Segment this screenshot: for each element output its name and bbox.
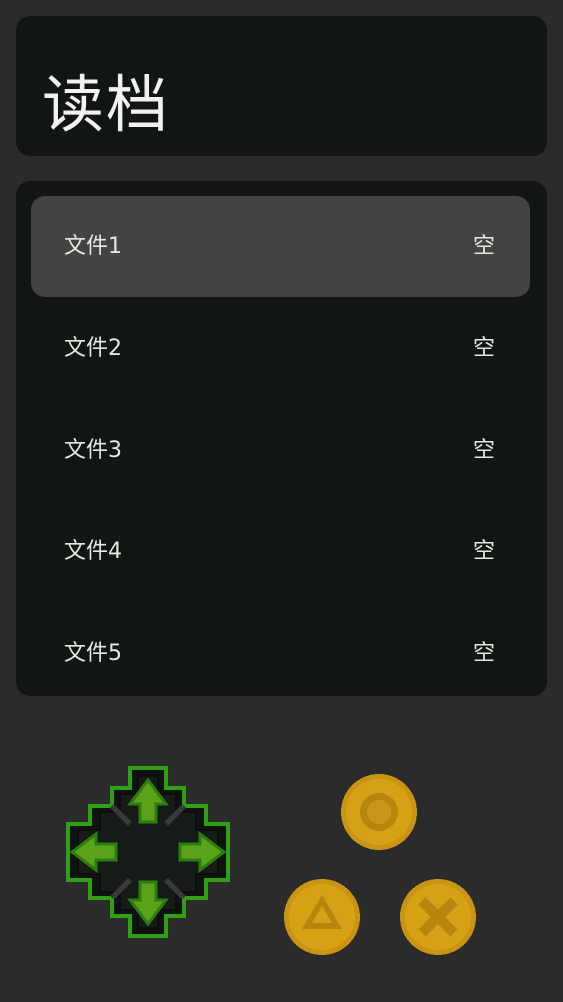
- circle-button[interactable]: [339, 772, 419, 852]
- save-slot-label: 文件5: [64, 640, 122, 666]
- save-slot-4[interactable]: 文件4 空: [31, 501, 530, 602]
- save-slot-label: 文件2: [64, 335, 122, 361]
- dpad-icon[interactable]: [58, 766, 238, 938]
- save-slot-label: 文件1: [64, 233, 122, 259]
- save-slot-3[interactable]: 文件3 空: [31, 400, 530, 501]
- save-slot-status: 空: [472, 538, 495, 564]
- save-slot-2[interactable]: 文件2 空: [31, 298, 530, 399]
- page-title: 读档: [42, 68, 171, 141]
- save-slot-status: 空: [472, 437, 495, 463]
- cross-button[interactable]: [398, 877, 478, 957]
- save-slot-status: 空: [472, 640, 495, 666]
- save-slot-status: 空: [472, 335, 495, 361]
- title-panel: 读档: [16, 16, 547, 156]
- save-slot-label: 文件3: [64, 437, 122, 463]
- save-slot-5[interactable]: 文件5 空: [31, 603, 530, 696]
- save-slot-list: 文件1 空 文件2 空 文件3 空 文件4 空 文件5 空: [16, 181, 547, 696]
- save-slot-label: 文件4: [64, 538, 122, 564]
- triangle-button[interactable]: [282, 877, 362, 957]
- save-slot-1[interactable]: 文件1 空: [31, 196, 530, 297]
- save-slot-status: 空: [472, 233, 495, 259]
- virtual-controls: [0, 720, 563, 1002]
